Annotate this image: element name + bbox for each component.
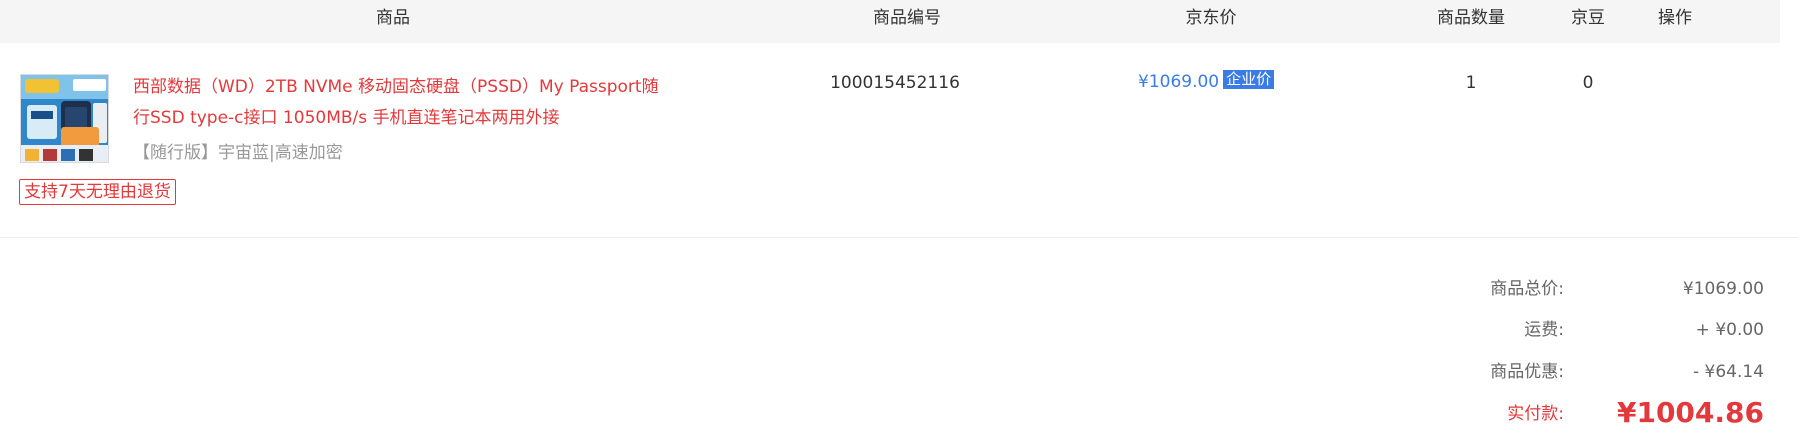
product-quantity: 1 xyxy=(1465,73,1477,93)
product-name-link[interactable]: 西部数据（WD）2TB NVMe 移动固态硬盘（PSSD）My Passport… xyxy=(133,72,673,134)
discount-label: 商品优惠: xyxy=(1490,362,1564,382)
return-policy-badge: 支持7天无理由退货 xyxy=(19,179,176,205)
header-quantity: 商品数量 xyxy=(1437,8,1505,28)
ssd-product-image-icon xyxy=(21,75,108,162)
header-product: 商品 xyxy=(376,8,410,28)
price-cell: ¥1069.00 企业价 xyxy=(1138,69,1275,95)
total-label: 实付款: xyxy=(1507,404,1564,424)
enterprise-price-badge: 企业价 xyxy=(1223,69,1275,89)
row-divider xyxy=(0,237,1798,238)
header-action: 操作 xyxy=(1658,8,1692,28)
shipping-value: + ¥0.00 xyxy=(1695,320,1764,340)
product-thumbnail[interactable] xyxy=(20,74,109,163)
subtotal-value: ¥1069.00 xyxy=(1682,279,1764,299)
subtotal-label: 商品总价: xyxy=(1490,279,1564,299)
header-sku: 商品编号 xyxy=(873,8,941,28)
shipping-label: 运费: xyxy=(1524,320,1564,340)
header-price: 京东价 xyxy=(1185,8,1237,28)
header-beans: 京豆 xyxy=(1571,8,1605,28)
product-sku: 100015452116 xyxy=(830,73,960,93)
product-price: ¥1069.00 xyxy=(1138,72,1220,92)
product-beans: 0 xyxy=(1582,73,1594,93)
table-header: 商品 商品编号 京东价 商品数量 京豆 操作 xyxy=(0,0,1780,43)
product-spec: 【随行版】宇宙蓝|高速加密 xyxy=(133,143,343,163)
discount-value: - ¥64.14 xyxy=(1692,362,1764,382)
total-value: ¥1004.86 xyxy=(1616,396,1764,429)
